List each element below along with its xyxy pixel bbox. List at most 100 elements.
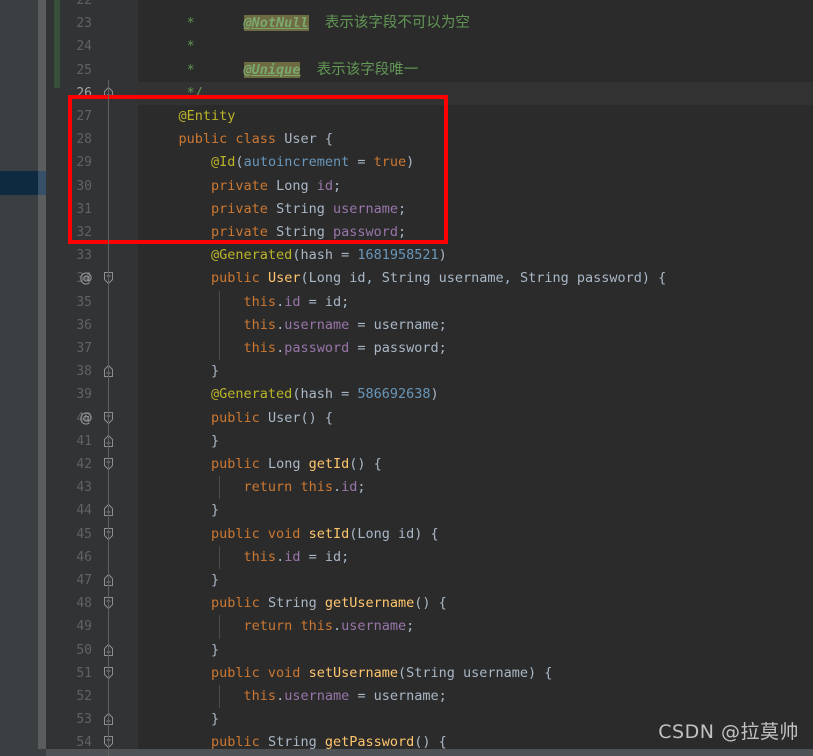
line-number: 31 bbox=[76, 201, 92, 217]
editor-line[interactable]: 39 @Generated(hash = 586692638) bbox=[0, 383, 813, 406]
line-content[interactable]: this.id = id; bbox=[146, 291, 350, 314]
line-content[interactable]: this.username = username; bbox=[146, 314, 447, 337]
code-token: = bbox=[332, 386, 358, 403]
code-token: String bbox=[267, 595, 325, 612]
editor-line[interactable]: 50 } bbox=[0, 639, 813, 662]
code-token: = bbox=[349, 154, 374, 171]
line-content[interactable]: @Generated(hash = 1681958521) bbox=[146, 244, 447, 267]
line-content[interactable]: } bbox=[146, 499, 219, 522]
line-content[interactable]: } bbox=[146, 569, 219, 592]
editor-line[interactable]: 30 private Long id; bbox=[0, 175, 813, 198]
editor-line[interactable]: 46 this.id = id; bbox=[0, 545, 813, 569]
editor-line[interactable]: 51 public void setUsername(String userna… bbox=[0, 662, 813, 685]
editor-line[interactable]: 34 @ public User(Long id, String username… bbox=[0, 267, 813, 290]
code-token: String bbox=[276, 224, 333, 240]
editor-line[interactable]: 40 @ public User() { bbox=[0, 407, 813, 430]
code-editor[interactable]: 22 * 23 * @NotNull 表示该字段不可以为空 24 * 25 * @Un… bbox=[0, 0, 813, 756]
editor-line[interactable]: 49 return this.username; bbox=[0, 615, 813, 639]
code-token: public bbox=[211, 409, 268, 426]
code-token: ) bbox=[430, 386, 439, 403]
editor-line[interactable]: 36 this.username = username; bbox=[0, 313, 813, 337]
line-content[interactable]: public Long getId() { bbox=[146, 453, 382, 476]
editor-line[interactable]: 26 */ bbox=[0, 81, 813, 105]
code-token: setUsername bbox=[308, 664, 398, 681]
line-number: 29 bbox=[76, 155, 92, 171]
editor-line[interactable]: 31 private String username; bbox=[0, 198, 813, 221]
code-token: ( bbox=[300, 270, 309, 287]
line-number: 27 bbox=[76, 109, 92, 124]
line-number: 49 bbox=[76, 619, 92, 635]
code-token: User bbox=[284, 131, 325, 148]
line-content[interactable]: */ bbox=[146, 82, 203, 105]
line-content[interactable]: this.password = password; bbox=[146, 337, 447, 360]
editor-line[interactable]: 33 @Generated(hash = 1681958521) bbox=[0, 244, 813, 267]
line-content[interactable]: @Entity bbox=[146, 105, 236, 128]
horizontal-scrollbar[interactable] bbox=[46, 749, 813, 756]
line-content[interactable]: public void setUsername(String username)… bbox=[146, 662, 552, 685]
editor-line[interactable]: 27 @Entity bbox=[0, 105, 813, 128]
editor-line[interactable]: 35 this.id = id; bbox=[0, 290, 813, 314]
line-content[interactable]: private String username; bbox=[146, 198, 406, 221]
code-token: = id; bbox=[300, 548, 350, 565]
editor-line[interactable]: 38 } bbox=[0, 360, 813, 383]
line-content[interactable]: * @NotNull 表示该字段不可以为空 bbox=[146, 12, 470, 35]
line-content[interactable]: public void setId(Long id) { bbox=[146, 523, 439, 546]
editor-line[interactable]: 44 } bbox=[0, 499, 813, 522]
annotation-gutter-icon[interactable]: @ bbox=[79, 267, 93, 290]
line-content[interactable]: private String password; bbox=[146, 221, 406, 244]
line-content[interactable]: } bbox=[146, 708, 219, 731]
line-content[interactable]: } bbox=[146, 639, 219, 662]
editor-line[interactable]: 37 this.password = password; bbox=[0, 337, 813, 361]
editor-line[interactable]: 41 } bbox=[0, 430, 813, 453]
line-content[interactable]: } bbox=[146, 430, 219, 453]
annotation-gutter-icon[interactable]: @ bbox=[79, 407, 93, 430]
line-content[interactable]: * bbox=[146, 35, 195, 58]
watermark-text: CSDN @拉莫帅 bbox=[658, 721, 799, 743]
line-content[interactable]: return this.username; bbox=[146, 615, 415, 638]
line-content[interactable]: public class User { bbox=[146, 128, 333, 151]
editor-line[interactable]: 29 @Id(autoincrement = true) bbox=[0, 151, 813, 174]
line-content[interactable]: this.username = username; bbox=[146, 685, 447, 708]
code-token: * bbox=[146, 61, 244, 78]
line-content[interactable]: public User(Long id, String username, St… bbox=[146, 267, 666, 290]
editor-line[interactable]: 23 * @NotNull 表示该字段不可以为空 bbox=[0, 12, 813, 35]
code-token: User bbox=[267, 270, 301, 287]
editor-line[interactable]: 48 public String getUsername() { bbox=[0, 592, 813, 615]
code-token: Long bbox=[357, 525, 390, 542]
editor-line[interactable]: 52 this.username = username; bbox=[0, 685, 813, 709]
editor-line[interactable]: 47 } bbox=[0, 569, 813, 592]
line-content[interactable]: this.id = id; bbox=[146, 546, 350, 569]
line-content[interactable]: } bbox=[146, 360, 219, 383]
code-token: this bbox=[243, 688, 277, 704]
code-token: } bbox=[146, 711, 220, 728]
line-content[interactable]: return this.id; bbox=[146, 476, 366, 499]
line-content[interactable]: * @Unique 表示该字段唯一 bbox=[146, 59, 418, 82]
editor-line[interactable]: 42 public Long getId() { bbox=[0, 453, 813, 476]
line-content[interactable]: @Id(autoincrement = true) bbox=[146, 151, 414, 174]
line-number: 36 bbox=[76, 317, 92, 333]
editor-line[interactable]: 45 public void setId(Long id) { bbox=[0, 523, 813, 546]
editor-line[interactable]: 25 * @Unique 表示该字段唯一 bbox=[0, 59, 813, 82]
line-content[interactable]: private Long id; bbox=[146, 175, 341, 198]
code-token: = username; bbox=[349, 688, 447, 704]
line-content[interactable]: public String getUsername() { bbox=[146, 592, 447, 615]
editor-line[interactable]: 22 * bbox=[0, 0, 813, 12]
code-token: . bbox=[276, 293, 285, 310]
editor-line[interactable]: 43 return this.id; bbox=[0, 476, 813, 500]
code-token: * bbox=[146, 38, 195, 55]
line-content[interactable]: public User() { bbox=[146, 407, 333, 430]
editor-line[interactable]: 28 public class User { bbox=[0, 128, 813, 151]
editor-line[interactable]: 24 * bbox=[0, 35, 813, 58]
editor-line[interactable]: 32 private String password; bbox=[0, 221, 813, 244]
line-content[interactable]: @Generated(hash = 586692638) bbox=[146, 383, 439, 406]
line-content[interactable]: * bbox=[146, 0, 195, 12]
line-number: 32 bbox=[76, 225, 92, 240]
